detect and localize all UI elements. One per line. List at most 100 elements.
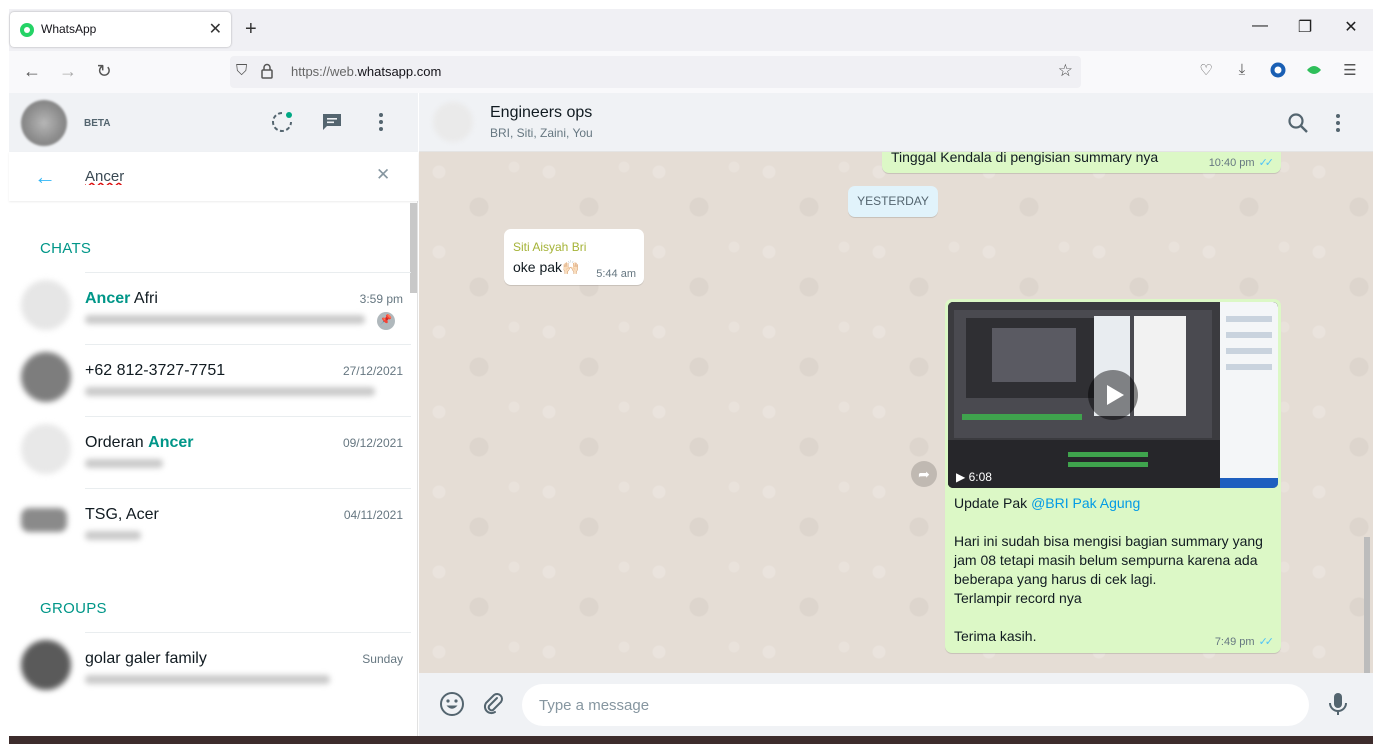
group-time: Sunday bbox=[362, 652, 403, 666]
conversation-pane: Engineers ops BRI, Siti, Zaini, You Ting… bbox=[419, 93, 1373, 736]
video-thumbnail[interactable]: ▶︎ 6:08 bbox=[948, 302, 1278, 488]
chat-preview-blurred bbox=[85, 315, 365, 324]
chats-heading: CHATS bbox=[40, 240, 92, 257]
tab-whatsapp[interactable]: WhatsApp ✕ bbox=[10, 12, 231, 47]
conversation-menu-icon[interactable] bbox=[1326, 111, 1350, 135]
shield-icon[interactable]: ⛉ bbox=[236, 62, 247, 79]
chat-time: 3:59 pm bbox=[359, 292, 403, 306]
menu-dots-icon[interactable] bbox=[369, 110, 393, 134]
tab-title: WhatsApp bbox=[41, 22, 97, 36]
url-text[interactable]: https://web.whatsapp.com bbox=[291, 64, 441, 79]
row-divider bbox=[85, 488, 411, 489]
avatar bbox=[21, 508, 67, 532]
chat-preview-blurred bbox=[85, 531, 141, 540]
chat-preview-blurred bbox=[85, 387, 375, 396]
tab-close-icon[interactable]: ✕ bbox=[209, 19, 222, 39]
group-row-golar-galer-family[interactable]: golar galer family Sunday bbox=[9, 632, 411, 704]
message-text: oke pak🙌🏻 bbox=[513, 259, 580, 275]
message-bubble-outgoing[interactable]: Tinggal Kendala di pengisian summary nya… bbox=[882, 152, 1281, 173]
mention-link[interactable]: @BRI Pak Agung bbox=[1031, 495, 1140, 511]
search-input[interactable] bbox=[85, 168, 365, 185]
message-text: Tinggal Kendala di pengisian summary nya bbox=[891, 152, 1159, 165]
vpn-extension-icon[interactable] bbox=[1302, 61, 1326, 83]
sidebar-scrollbar[interactable] bbox=[410, 203, 417, 293]
new-chat-icon[interactable] bbox=[320, 110, 344, 134]
row-divider bbox=[85, 632, 411, 633]
row-divider bbox=[85, 416, 411, 417]
group-members: BRI, Siti, Zaini, You bbox=[490, 126, 593, 140]
reload-icon[interactable]: ↻ bbox=[91, 61, 117, 82]
message-time: 7:49 pm ✓✓ bbox=[1214, 636, 1275, 648]
chat-time: 04/11/2021 bbox=[343, 508, 403, 522]
close-window-button[interactable]: ✕ bbox=[1336, 17, 1366, 37]
composer-bar bbox=[419, 673, 1373, 736]
restore-button[interactable]: ❐ bbox=[1290, 17, 1320, 37]
day-separator: YESTERDAY bbox=[848, 186, 938, 217]
emoji-icon[interactable] bbox=[439, 691, 465, 717]
play-icon[interactable] bbox=[1088, 370, 1138, 420]
chat-name: TSG, Acer bbox=[85, 506, 159, 523]
group-preview-blurred bbox=[85, 675, 330, 684]
whatsapp-app: BETA ← ✕ CHATS bbox=[9, 93, 1373, 736]
lock-icon[interactable] bbox=[260, 63, 274, 79]
read-ticks-icon: ✓✓ bbox=[1258, 636, 1275, 648]
avatar bbox=[21, 352, 71, 402]
chat-row-phone[interactable]: +62 812-3727-7751 27/12/2021 bbox=[9, 344, 411, 416]
message-text: Update Pak @BRI Pak Agung bbox=[954, 495, 1141, 511]
group-avatar[interactable] bbox=[433, 102, 473, 142]
address-bar[interactable]: ⛉ https://web.whatsapp.com ☆ bbox=[230, 56, 1081, 88]
back-icon[interactable]: ← bbox=[19, 61, 45, 82]
sidebar-header: BETA bbox=[9, 93, 418, 152]
chat-time: 09/12/2021 bbox=[342, 436, 403, 450]
minimize-button[interactable]: — bbox=[1245, 17, 1275, 35]
extension-icon[interactable] bbox=[1266, 61, 1290, 83]
whatsapp-favicon-icon bbox=[20, 23, 34, 37]
group-title[interactable]: Engineers ops bbox=[490, 104, 592, 122]
conversation-header[interactable]: Engineers ops BRI, Siti, Zaini, You bbox=[419, 93, 1373, 152]
sender-name[interactable]: Siti Aisyah Bri bbox=[513, 240, 586, 254]
message-body: Hari ini sudah bisa mengisi bagian summa… bbox=[954, 533, 1263, 644]
chat-row-ancer-afri[interactable]: Ancer Afri 3:59 pm 📌 bbox=[9, 272, 411, 344]
pocket-icon[interactable]: ♡ bbox=[1194, 61, 1218, 83]
new-tab-button[interactable]: + bbox=[245, 18, 257, 41]
microphone-icon[interactable] bbox=[1325, 691, 1351, 717]
menu-hamburger-icon[interactable]: ☰ bbox=[1338, 61, 1362, 83]
chat-row-tsg-acer[interactable]: TSG, Acer 04/11/2021 bbox=[9, 488, 411, 560]
sidebar: BETA ← ✕ CHATS bbox=[9, 93, 418, 736]
attach-icon[interactable] bbox=[480, 691, 506, 717]
video-duration: ▶︎ 6:08 bbox=[956, 470, 992, 484]
search-back-icon[interactable]: ← bbox=[34, 164, 56, 190]
nav-bar: ← → ↻ ⛉ https://web.whatsapp.com ☆ ♡ ⤓ ☰ bbox=[9, 51, 1373, 93]
group-name: golar galer family bbox=[85, 650, 207, 667]
status-icon[interactable] bbox=[270, 110, 294, 134]
message-bubble-video[interactable]: ▶︎ 6:08 Update Pak @BRI Pak Agung Hari i… bbox=[945, 299, 1281, 653]
message-time: 5:44 am bbox=[596, 268, 636, 280]
chat-time: 27/12/2021 bbox=[342, 364, 403, 378]
read-ticks-icon: ✓✓ bbox=[1258, 157, 1275, 169]
search-icon[interactable] bbox=[1286, 111, 1310, 135]
chat-preview-blurred bbox=[85, 459, 163, 468]
downloads-icon[interactable]: ⤓ bbox=[1230, 61, 1254, 83]
search-clear-icon[interactable]: ✕ bbox=[376, 165, 390, 185]
browser-window: WhatsApp ✕ + — ❐ ✕ ← → ↻ ⛉ https://web.w… bbox=[9, 9, 1373, 744]
row-divider bbox=[85, 272, 411, 273]
tab-strip: WhatsApp ✕ + — ❐ ✕ bbox=[9, 9, 1373, 51]
message-input[interactable] bbox=[522, 684, 1309, 726]
conversation-scrollbar[interactable] bbox=[1364, 537, 1370, 673]
forward-icon[interactable]: → bbox=[55, 61, 81, 82]
taskbar-strip bbox=[9, 736, 1373, 744]
chat-row-orderan-ancer[interactable]: Orderan Ancer 09/12/2021 bbox=[9, 416, 411, 488]
profile-avatar[interactable] bbox=[21, 100, 67, 146]
message-bubble-incoming[interactable]: Siti Aisyah Bri oke pak🙌🏻 5:44 am bbox=[504, 229, 644, 285]
forward-icon[interactable]: ➦ bbox=[911, 461, 937, 487]
message-list[interactable]: Tinggal Kendala di pengisian summary nya… bbox=[419, 152, 1373, 673]
avatar bbox=[21, 424, 71, 474]
avatar bbox=[21, 640, 71, 690]
search-bar: ← ✕ bbox=[9, 152, 418, 201]
chat-name: +62 812-3727-7751 bbox=[85, 362, 226, 379]
pin-icon: 📌 bbox=[377, 312, 395, 330]
bookmark-star-icon[interactable]: ☆ bbox=[1058, 61, 1073, 81]
beta-label: BETA bbox=[84, 118, 111, 129]
chat-name: Ancer Afri bbox=[85, 290, 158, 307]
row-divider bbox=[85, 344, 411, 345]
